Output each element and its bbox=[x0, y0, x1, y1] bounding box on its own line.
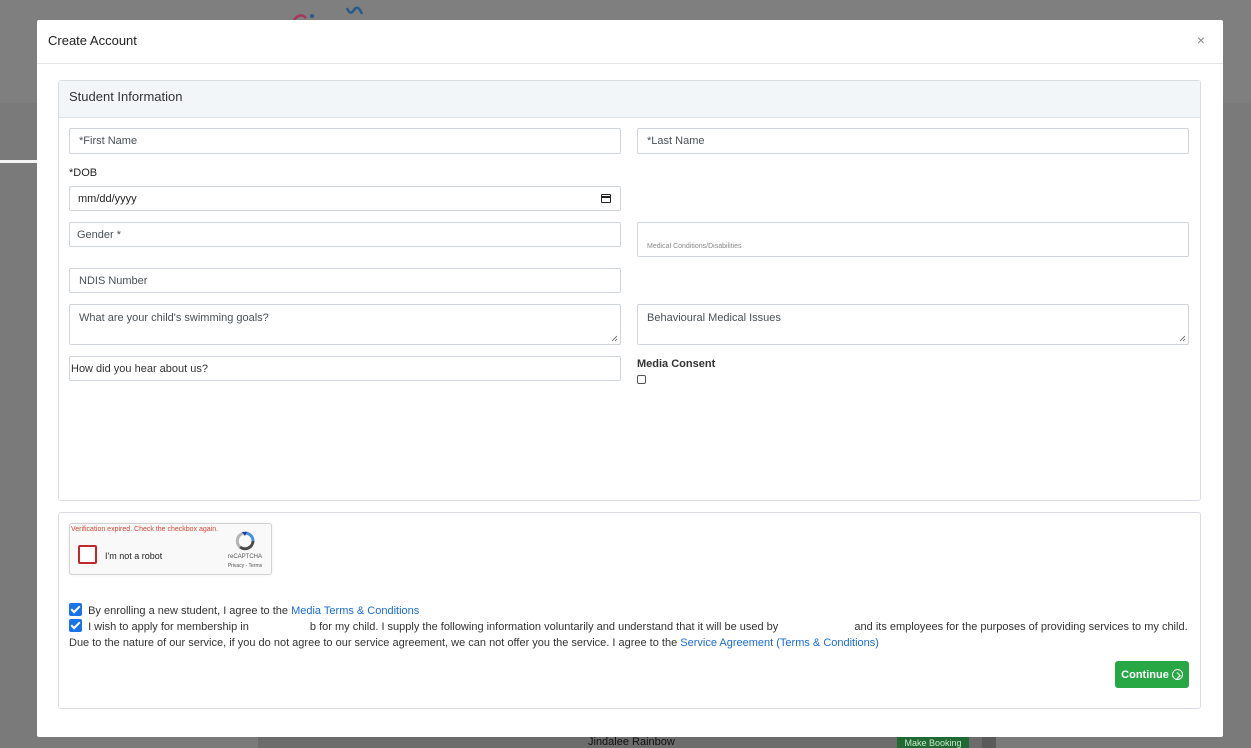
resize-grip-icon[interactable] bbox=[1179, 335, 1186, 342]
background-divider bbox=[0, 160, 38, 163]
recaptcha-error: Verification expired. Check the checkbox… bbox=[71, 526, 219, 533]
continue-label: Continue bbox=[1121, 668, 1169, 681]
resize-grip-icon[interactable] bbox=[611, 335, 618, 342]
membership-agreement: I wish to apply for membership in b for … bbox=[69, 619, 1189, 651]
swimming-goals-placeholder: What are your child's swimming goals? bbox=[79, 312, 269, 324]
agreement-panel: Verification expired. Check the checkbox… bbox=[58, 512, 1201, 709]
arrow-right-circle-icon bbox=[1171, 669, 1183, 680]
make-booking-button: Make Booking bbox=[897, 737, 969, 748]
background-scrollbar bbox=[982, 736, 996, 748]
ndis-number-input[interactable]: NDIS Number bbox=[69, 268, 621, 293]
first-name-input[interactable]: *First Name bbox=[69, 128, 621, 154]
panel-heading: Student Information bbox=[59, 81, 1200, 118]
recaptcha-checkbox[interactable] bbox=[78, 545, 97, 564]
continue-button[interactable]: Continue bbox=[1115, 661, 1189, 688]
create-account-modal: Create Account × Student Information *Fi… bbox=[37, 20, 1223, 737]
medical-conditions-input[interactable]: Medical Conditions/Disabilities bbox=[637, 222, 1189, 257]
media-terms-link[interactable]: Media Terms & Conditions bbox=[291, 605, 419, 617]
behavioural-medical-textarea[interactable]: Behavioural Medical Issues bbox=[637, 304, 1189, 345]
behavioural-placeholder: Behavioural Medical Issues bbox=[647, 312, 781, 324]
media-terms-checkbox[interactable] bbox=[69, 603, 82, 616]
close-icon[interactable]: × bbox=[1197, 32, 1205, 48]
last-name-input[interactable]: *Last Name bbox=[637, 128, 1189, 154]
membership-text-1: I wish to apply for membership in bbox=[88, 621, 249, 633]
service-agreement-link[interactable]: Service Agreement (Terms & Conditions) bbox=[680, 637, 879, 649]
media-consent-checkbox[interactable] bbox=[637, 375, 646, 384]
dob-label: *DOB bbox=[69, 167, 98, 179]
student-information-panel: Student Information *First Name *Last Na… bbox=[58, 80, 1201, 501]
dob-input[interactable]: mm/dd/yyyy bbox=[69, 186, 621, 211]
membership-text-2: b for my child. I supply the following i… bbox=[309, 621, 779, 633]
recaptcha-logo-icon bbox=[235, 531, 255, 551]
media-terms-text: By enrolling a new student, I agree to t… bbox=[88, 605, 289, 617]
media-terms-agreement: By enrolling a new student, I agree to t… bbox=[69, 603, 419, 619]
modal-header: Create Account × bbox=[37, 20, 1223, 64]
recaptcha-label: I'm not a robot bbox=[105, 551, 163, 561]
media-consent-label: Media Consent bbox=[637, 358, 716, 370]
hear-about-us-input[interactable]: How did you hear about us? bbox=[69, 356, 621, 381]
background-table-cell: Jindalee Rainbow bbox=[588, 736, 675, 748]
recaptcha-terms-link[interactable]: Privacy - Terms bbox=[220, 563, 270, 569]
recaptcha-brand: reCAPTCHA bbox=[227, 554, 262, 560]
membership-checkbox[interactable] bbox=[69, 619, 82, 632]
swimming-goals-textarea[interactable]: What are your child's swimming goals? bbox=[69, 304, 621, 345]
gender-select[interactable]: Gender * bbox=[69, 222, 621, 247]
dob-placeholder: mm/dd/yyyy bbox=[78, 192, 137, 205]
modal-title: Create Account bbox=[48, 33, 137, 48]
recaptcha-widget: Verification expired. Check the checkbox… bbox=[69, 523, 272, 575]
calendar-icon[interactable] bbox=[601, 194, 611, 203]
